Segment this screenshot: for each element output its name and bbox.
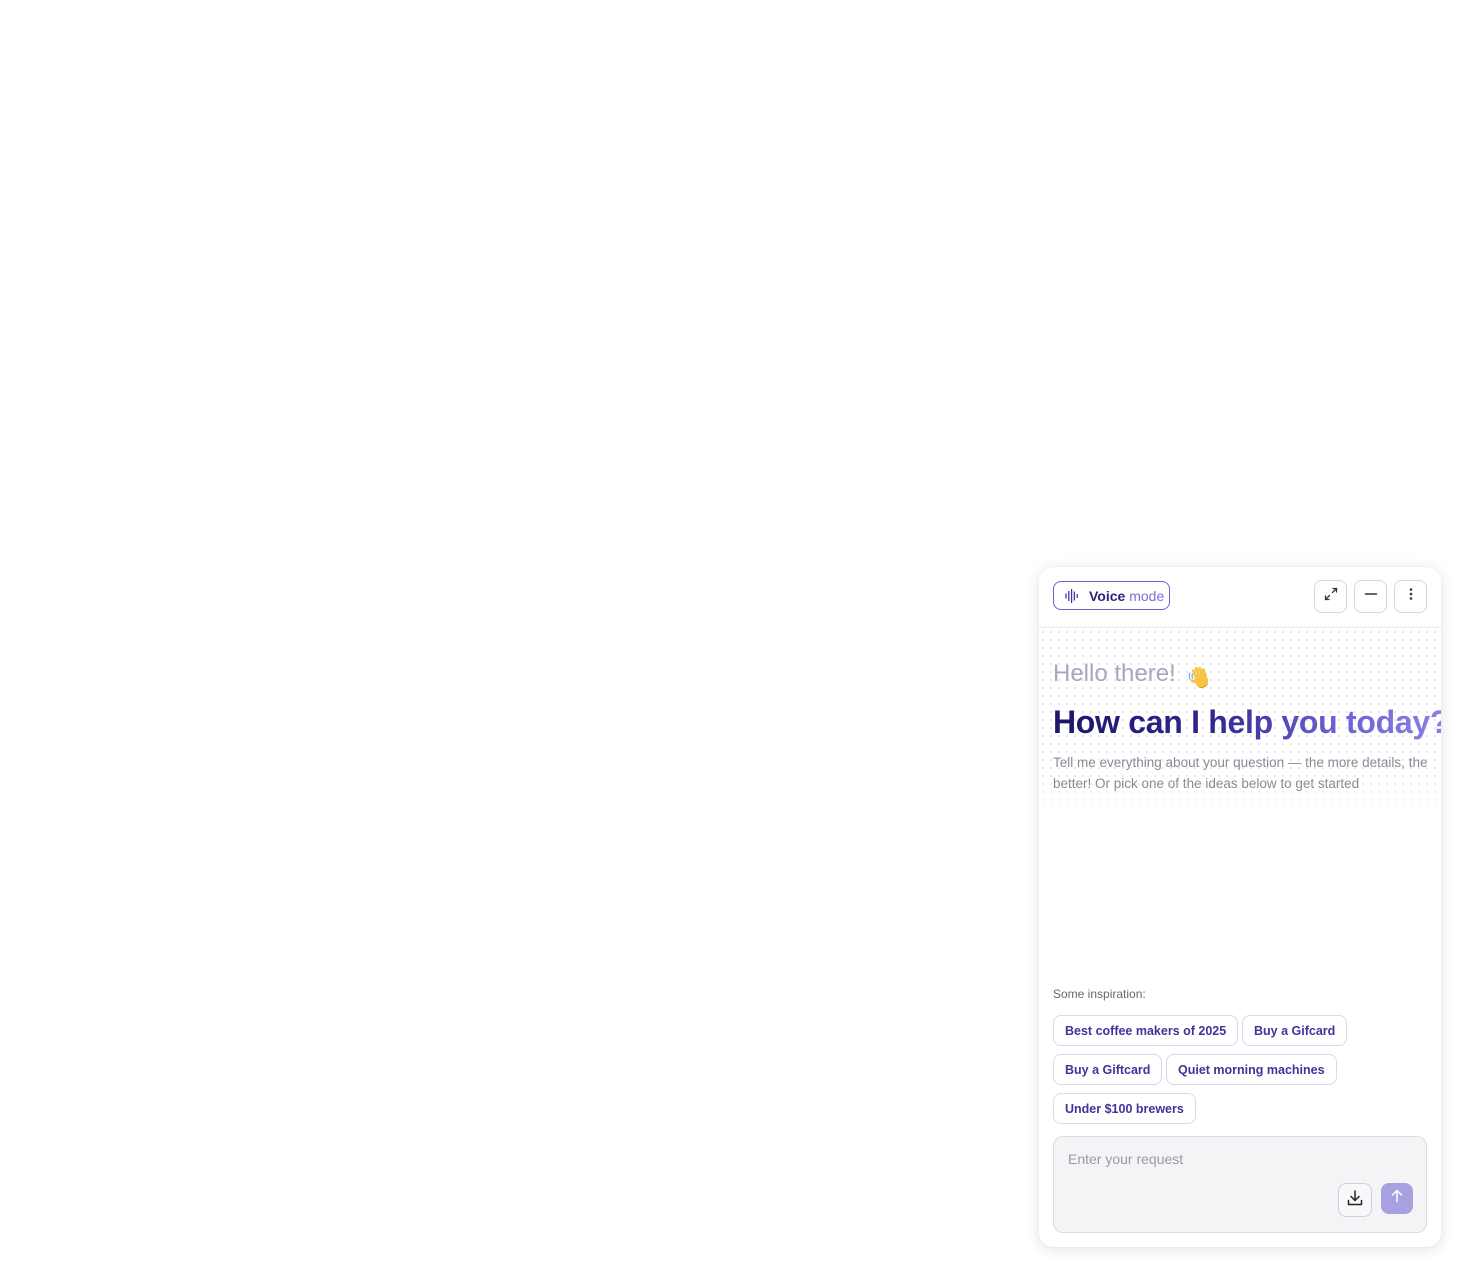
minus-icon (1364, 587, 1378, 606)
minimize-button[interactable] (1354, 580, 1387, 613)
suggestion-chip[interactable]: Quiet morning machines (1166, 1054, 1337, 1085)
arrow-up-icon (1390, 1189, 1404, 1208)
greeting-text: Hello there! (1053, 660, 1176, 687)
request-input[interactable] (1068, 1151, 1368, 1167)
message-composer (1053, 1136, 1427, 1233)
inspiration-label: Some inspiration: (1053, 987, 1146, 1001)
chat-widget: Voice mode Hello there! How can I help y… (1039, 567, 1441, 1247)
suggestion-chip[interactable]: Buy a Giftcard (1053, 1054, 1163, 1085)
waving-hand-icon (1187, 664, 1215, 692)
headline: How can I help you today? (1053, 704, 1441, 741)
suggestion-chip[interactable]: Buy a Gifcard (1242, 1015, 1348, 1046)
suggestion-chip[interactable]: Under $100 brewers (1053, 1093, 1196, 1124)
suggestion-chip[interactable]: Best coffee makers of 2025 (1053, 1015, 1239, 1046)
voice-mode-label: Voice mode (1089, 587, 1165, 604)
subtitle: Tell me everything about your question —… (1053, 755, 1428, 791)
widget-header: Voice mode (1039, 567, 1441, 628)
send-button[interactable] (1381, 1183, 1413, 1214)
voice-mode-button[interactable]: Voice mode (1053, 581, 1170, 610)
vertical-dots-icon (1404, 587, 1418, 606)
soundwave-icon (1064, 588, 1080, 604)
expand-icon (1324, 587, 1338, 606)
more-options-button[interactable] (1394, 580, 1427, 613)
download-icon (1346, 1189, 1364, 1212)
expand-button[interactable] (1314, 580, 1347, 613)
download-button[interactable] (1338, 1183, 1372, 1217)
